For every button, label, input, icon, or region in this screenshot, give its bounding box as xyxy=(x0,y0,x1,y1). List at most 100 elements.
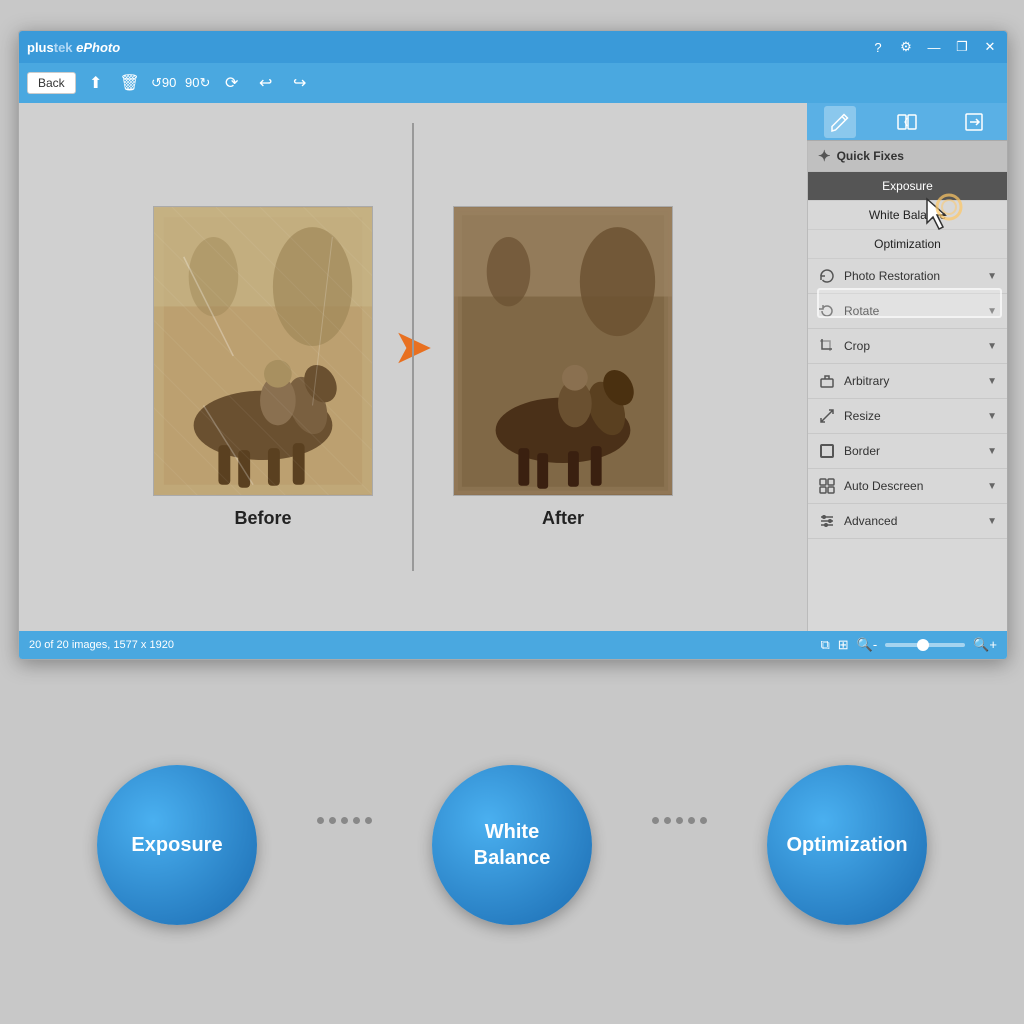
logo-plus: plus xyxy=(27,40,54,55)
dot xyxy=(688,817,695,824)
main-area: Before ➤ xyxy=(19,103,807,631)
redo-icon[interactable]: ↪ xyxy=(286,69,314,97)
before-photo xyxy=(153,206,373,496)
panel-item-advanced[interactable]: Advanced ▼ xyxy=(808,504,1007,539)
after-side: After xyxy=(453,206,673,529)
rotate-ccw-icon[interactable]: ↺90 xyxy=(150,69,178,97)
dot xyxy=(317,817,324,824)
tab-edit[interactable] xyxy=(824,106,856,138)
close-button[interactable]: ✕ xyxy=(981,39,999,55)
exposure-item[interactable]: Exposure xyxy=(808,172,1007,201)
toolbar: Back ⬆ 🗑 ↺90 90↻ ⟳ ↩ ↪ xyxy=(19,63,1007,103)
minimize-button[interactable]: — xyxy=(925,40,943,55)
panel-item-label-crop: Crop xyxy=(844,339,870,353)
panel-item-left: Photo Restoration xyxy=(818,267,940,285)
border-chevron: ▼ xyxy=(987,446,997,457)
crop-chevron: ▼ xyxy=(987,341,997,352)
upload-icon[interactable]: ⬆ xyxy=(82,69,110,97)
delete-icon[interactable]: 🗑 xyxy=(116,69,144,97)
panel-item-left: Auto Descreen xyxy=(818,477,923,495)
resize-chevron: ▼ xyxy=(987,411,997,422)
panel-item-label-border: Border xyxy=(844,444,880,458)
white-balance-circle-item: WhiteBalance xyxy=(432,765,592,925)
optimization-circle-item: Optimization xyxy=(767,765,927,925)
panel-item-left: Advanced xyxy=(818,512,897,530)
advanced-icon xyxy=(818,512,836,530)
image-info: 20 of 20 images, 1577 x 1920 xyxy=(29,639,174,651)
optimization-circle: Optimization xyxy=(767,765,927,925)
panel-item-photo-restoration[interactable]: Photo Restoration ▼ xyxy=(808,259,1007,294)
dot xyxy=(329,817,336,824)
panel-tabs xyxy=(807,103,1007,141)
status-bar: 20 of 20 images, 1577 x 1920 ⧉ ⊞ 🔍- 🔍+ xyxy=(19,631,1007,659)
panel-item-auto-descreen[interactable]: Auto Descreen ▼ xyxy=(808,469,1007,504)
split-view-icon[interactable]: ⧉ xyxy=(821,637,830,653)
arbitrary-chevron: ▼ xyxy=(987,376,997,387)
undo-icon[interactable]: ↩ xyxy=(252,69,280,97)
panel-item-left: Border xyxy=(818,442,880,460)
rotate-icon xyxy=(818,302,836,320)
panel-items-list: Photo Restoration ▼ Rotate ▼ Crop ▼ Arbi… xyxy=(808,259,1007,539)
panel-item-label-auto-descreen: Auto Descreen xyxy=(844,479,923,493)
title-bar-right: ? ⚙ — ❐ ✕ xyxy=(869,39,999,55)
tab-compare[interactable] xyxy=(891,106,923,138)
before-side: Before xyxy=(153,206,373,529)
app-logo: plustek ePhoto xyxy=(27,40,120,55)
resize-icon xyxy=(818,407,836,425)
advanced-chevron: ▼ xyxy=(987,516,997,527)
dot xyxy=(664,817,671,824)
zoom-in-icon[interactable]: 🔍+ xyxy=(973,637,997,653)
panel-item-border[interactable]: Border ▼ xyxy=(808,434,1007,469)
quick-fixes-header: ✦ Quick Fixes xyxy=(808,141,1007,172)
panel-item-rotate[interactable]: Rotate ▼ xyxy=(808,294,1007,329)
dots-connector-1 xyxy=(317,817,372,824)
back-button[interactable]: Back xyxy=(27,72,76,94)
zoom-slider[interactable] xyxy=(885,643,965,647)
divider-line xyxy=(412,123,414,571)
refresh-icon[interactable]: ⟳ xyxy=(218,69,246,97)
dot xyxy=(676,817,683,824)
panel-item-arbitrary[interactable]: Arbitrary ▼ xyxy=(808,364,1007,399)
border-icon xyxy=(818,442,836,460)
quick-fixes-title: Quick Fixes xyxy=(837,149,904,163)
grid-view-icon[interactable]: ⊞ xyxy=(838,637,849,653)
title-bar: plustek ePhoto ? ⚙ — ❐ ✕ xyxy=(19,31,1007,63)
dot xyxy=(652,817,659,824)
crop-icon xyxy=(818,337,836,355)
panel-item-left: Arbitrary xyxy=(818,372,889,390)
white-balance-circle: WhiteBalance xyxy=(432,765,592,925)
status-right: ⧉ ⊞ 🔍- 🔍+ xyxy=(821,637,998,653)
exposure-circle-item: Exposure xyxy=(97,765,257,925)
zoom-thumb xyxy=(917,639,929,651)
after-label: After xyxy=(542,508,584,529)
photo-restoration-icon xyxy=(818,267,836,285)
help-button[interactable]: ? xyxy=(869,40,887,55)
right-panel: ✦ Quick Fixes Exposure White Balance Opt… xyxy=(807,141,1007,631)
white-balance-item[interactable]: White Balance xyxy=(808,201,1007,230)
panel-item-crop[interactable]: Crop ▼ xyxy=(808,329,1007,364)
tab-export[interactable] xyxy=(958,106,990,138)
logo-tek: tek xyxy=(54,40,73,55)
dots-connector-2 xyxy=(652,817,707,824)
dot xyxy=(341,817,348,824)
exposure-circle-label: Exposure xyxy=(131,832,222,858)
exposure-circle: Exposure xyxy=(97,765,257,925)
panel-item-resize[interactable]: Resize ▼ xyxy=(808,399,1007,434)
photo-restoration-chevron: ▼ xyxy=(987,271,997,282)
dot xyxy=(700,817,707,824)
settings-button[interactable]: ⚙ xyxy=(897,39,915,55)
zoom-out-icon[interactable]: 🔍- xyxy=(857,637,878,653)
restore-button[interactable]: ❐ xyxy=(953,39,971,55)
panel-item-left: Rotate xyxy=(818,302,879,320)
rotate-cw-icon[interactable]: 90↻ xyxy=(184,69,212,97)
panel-item-label-arbitrary: Arbitrary xyxy=(844,374,889,388)
after-photo xyxy=(453,206,673,496)
optimization-item[interactable]: Optimization xyxy=(808,230,1007,259)
auto-descreen-icon xyxy=(818,477,836,495)
dot xyxy=(365,817,372,824)
rotate-chevron: ▼ xyxy=(987,306,997,317)
arbitrary-icon xyxy=(818,372,836,390)
panel-item-label-rotate: Rotate xyxy=(844,304,879,318)
panel-item-label-resize: Resize xyxy=(844,409,881,423)
app-window: plustek ePhoto ? ⚙ — ❐ ✕ Back ⬆ 🗑 ↺90 90… xyxy=(18,30,1008,660)
